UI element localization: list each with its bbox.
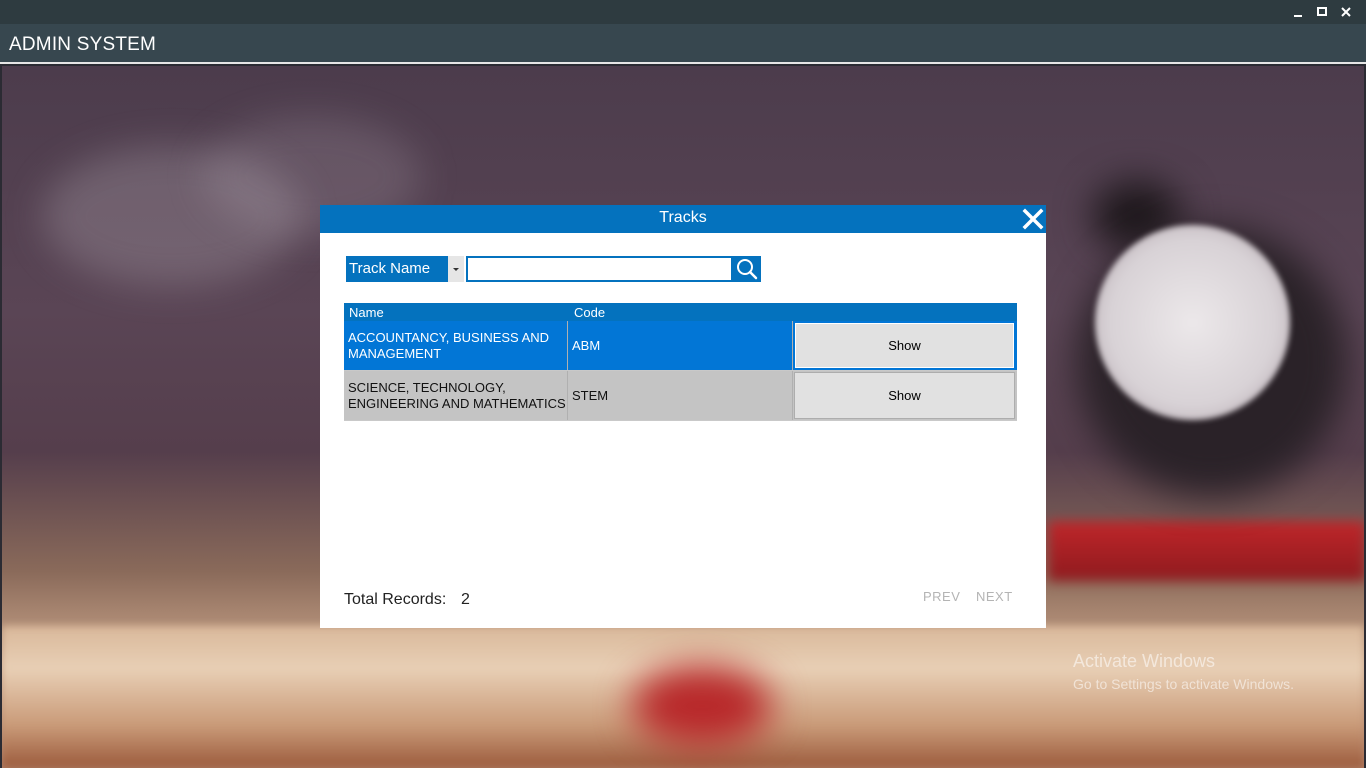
close-x-icon bbox=[1022, 208, 1044, 230]
track-name-cell: ACCOUNTANCY, BUSINESS AND MANAGEMENT bbox=[344, 321, 568, 370]
app-header: ADMIN SYSTEM bbox=[0, 24, 1366, 64]
tracks-dialog: Tracks Track Name Name Code ACCOUNTANCY,… bbox=[320, 205, 1046, 628]
dialog-header: Tracks bbox=[320, 205, 1046, 233]
minimize-icon bbox=[1294, 15, 1302, 17]
dialog-title: Tracks bbox=[659, 209, 707, 226]
window-close-button[interactable] bbox=[1335, 2, 1357, 22]
column-header-code: Code bbox=[574, 305, 606, 320]
watermark-title: Activate Windows bbox=[1073, 651, 1216, 671]
track-code-cell: ABM bbox=[568, 321, 793, 370]
window-titlebar bbox=[0, 0, 1366, 24]
total-records-label: Total Records: bbox=[344, 591, 447, 608]
search-input[interactable] bbox=[466, 256, 733, 282]
search-button[interactable] bbox=[733, 256, 761, 282]
show-button[interactable]: Show bbox=[794, 322, 1015, 369]
chevron-down-icon bbox=[453, 268, 459, 271]
tracks-table: Name Code ACCOUNTANCY, BUSINESS AND MANA… bbox=[344, 303, 1017, 421]
activation-watermark: Activate Windows Go to Settings to activ… bbox=[1073, 651, 1294, 692]
track-name-cell: SCIENCE, TECHNOLOGY, ENGINEERING AND MAT… bbox=[344, 371, 568, 420]
maximize-icon bbox=[1317, 7, 1327, 16]
prev-page-button[interactable]: PREV bbox=[923, 589, 960, 604]
table-header: Name Code bbox=[344, 303, 1017, 321]
maximize-button[interactable] bbox=[1311, 2, 1333, 22]
show-button[interactable]: Show bbox=[794, 372, 1015, 419]
close-icon bbox=[1341, 7, 1351, 17]
track-code-cell: STEM bbox=[568, 371, 793, 420]
filter-dropdown-button[interactable] bbox=[448, 256, 464, 282]
books-shape bbox=[1048, 521, 1364, 581]
watermark-subtitle: Go to Settings to activate Windows. bbox=[1073, 676, 1294, 692]
minimize-button[interactable] bbox=[1287, 2, 1309, 22]
total-records-value: 2 bbox=[461, 591, 470, 608]
search-icon bbox=[737, 259, 758, 280]
next-page-button[interactable]: NEXT bbox=[976, 589, 1013, 604]
table-row[interactable]: ACCOUNTANCY, BUSINESS AND MANAGEMENT ABM… bbox=[344, 321, 1017, 371]
column-header-name: Name bbox=[349, 305, 384, 320]
clock-face bbox=[1095, 225, 1290, 420]
search-filter-select[interactable]: Track Name bbox=[346, 256, 464, 282]
app-title: ADMIN SYSTEM bbox=[9, 34, 157, 55]
dialog-close-button[interactable] bbox=[1020, 206, 1046, 232]
search-filter-value: Track Name bbox=[349, 260, 431, 277]
apple-shape bbox=[632, 666, 772, 746]
table-row[interactable]: SCIENCE, TECHNOLOGY, ENGINEERING AND MAT… bbox=[344, 371, 1017, 421]
